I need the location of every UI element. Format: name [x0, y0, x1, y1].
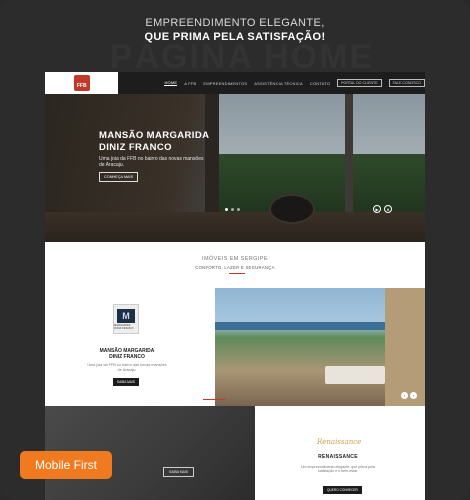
ffb-logo[interactable]: FFB	[73, 75, 90, 91]
hero-cta-button[interactable]: CONHEÇA MAIS	[99, 172, 139, 182]
fale-conosco-button[interactable]: FALE CONOSCO	[388, 79, 425, 87]
nav-empreendimentos[interactable]: EMPREENDIMENTOS	[203, 81, 247, 86]
slide-dot[interactable]	[237, 208, 240, 211]
renaissance-logo: Renaissance	[317, 438, 362, 446]
section-divider	[229, 273, 245, 274]
project-name-line-2: DINIZ FRANCO	[109, 354, 145, 360]
nav-ffb[interactable]: A FFB	[184, 81, 196, 86]
website-mockup: FFB HOME A FFB EMPREENDIMENTOS ASSISTÊNC…	[45, 72, 425, 500]
chevron-right-icon[interactable]: ›	[410, 392, 417, 399]
nav-home[interactable]: HOME	[164, 80, 178, 86]
project-logo: M MARGARIDA DINIZ FRANCO	[113, 304, 139, 334]
hero-controls: ▶ ⋔	[373, 205, 392, 213]
logo-container[interactable]: FFB	[45, 72, 119, 94]
hero-subtitle: Uma joia da FFB no bairro das novas mans…	[99, 156, 204, 168]
hero-title-line-2: DINIZ FRANCO	[99, 142, 172, 153]
renaissance-description: Um empreendimento elegante, que prima pe…	[300, 465, 376, 474]
hero-floor	[45, 212, 425, 242]
photo-controls: ‹ ›	[401, 392, 417, 399]
dark-panel-button[interactable]: SAIBA MAIS	[163, 467, 195, 477]
slide-dot[interactable]	[225, 208, 228, 211]
nav-assistencia[interactable]: ASSISTÊNCIA TÉCNICA	[254, 81, 303, 86]
renaissance-name: RENAISSANCE	[318, 454, 358, 460]
headline-line-2: QUE PRIMA PELA SATISFAÇÃO!	[144, 31, 326, 43]
slide-dot[interactable]	[231, 208, 234, 211]
site-navbar: FFB HOME A FFB EMPREENDIMENTOS ASSISTÊNC…	[45, 72, 425, 94]
share-icon[interactable]: ⋔	[384, 205, 392, 213]
project-cta-button[interactable]: SAIBA MAIS	[113, 378, 139, 386]
mobile-first-badge: Mobile First	[20, 451, 112, 479]
chevron-left-icon[interactable]: ‹	[401, 392, 408, 399]
section-title: IMÓVEIS EM SERGIPE	[202, 256, 268, 262]
headline-line-1: EMPREENDIMENTO ELEGANTE,	[145, 17, 325, 29]
hero-title: MANSÃO MARGARIDA DINIZ FRANCO	[99, 130, 249, 154]
hero-title-line-1: MANSÃO MARGARIDA	[99, 130, 210, 141]
hero-pagination	[225, 208, 240, 211]
hero-chair	[269, 194, 315, 224]
renaissance-cta-button[interactable]: QUERO CONHECER	[323, 486, 362, 494]
nav-links: HOME A FFB EMPREENDIMENTOS ASSISTÊNCIA T…	[164, 79, 425, 87]
play-icon[interactable]: ▶	[373, 205, 381, 213]
project-logo-text: MARGARIDA DINIZ FRANCO	[114, 323, 134, 330]
project-logo-mark: M	[117, 308, 135, 323]
photo-sofa	[325, 366, 385, 384]
presentation-card: PÁGINA HOME EMPREENDIMENTO ELEGANTE, QUE…	[0, 0, 470, 500]
accent-line	[203, 399, 225, 400]
portal-cliente-button[interactable]: PORTAL DO CLIENTE	[337, 79, 382, 87]
project-description: Uma joia da FFB no bairro das novas mans…	[87, 363, 167, 372]
property-photo: ‹ ›	[215, 288, 425, 406]
hero-banner	[45, 94, 425, 242]
section-subtitle: CONFORTO, LAZER E SEGURANÇA	[195, 265, 275, 270]
nav-contato[interactable]: CONTATO	[310, 81, 330, 86]
project-name: MANSÃO MARGARIDA DINIZ FRANCO	[87, 348, 167, 360]
photo-wall	[385, 288, 425, 406]
